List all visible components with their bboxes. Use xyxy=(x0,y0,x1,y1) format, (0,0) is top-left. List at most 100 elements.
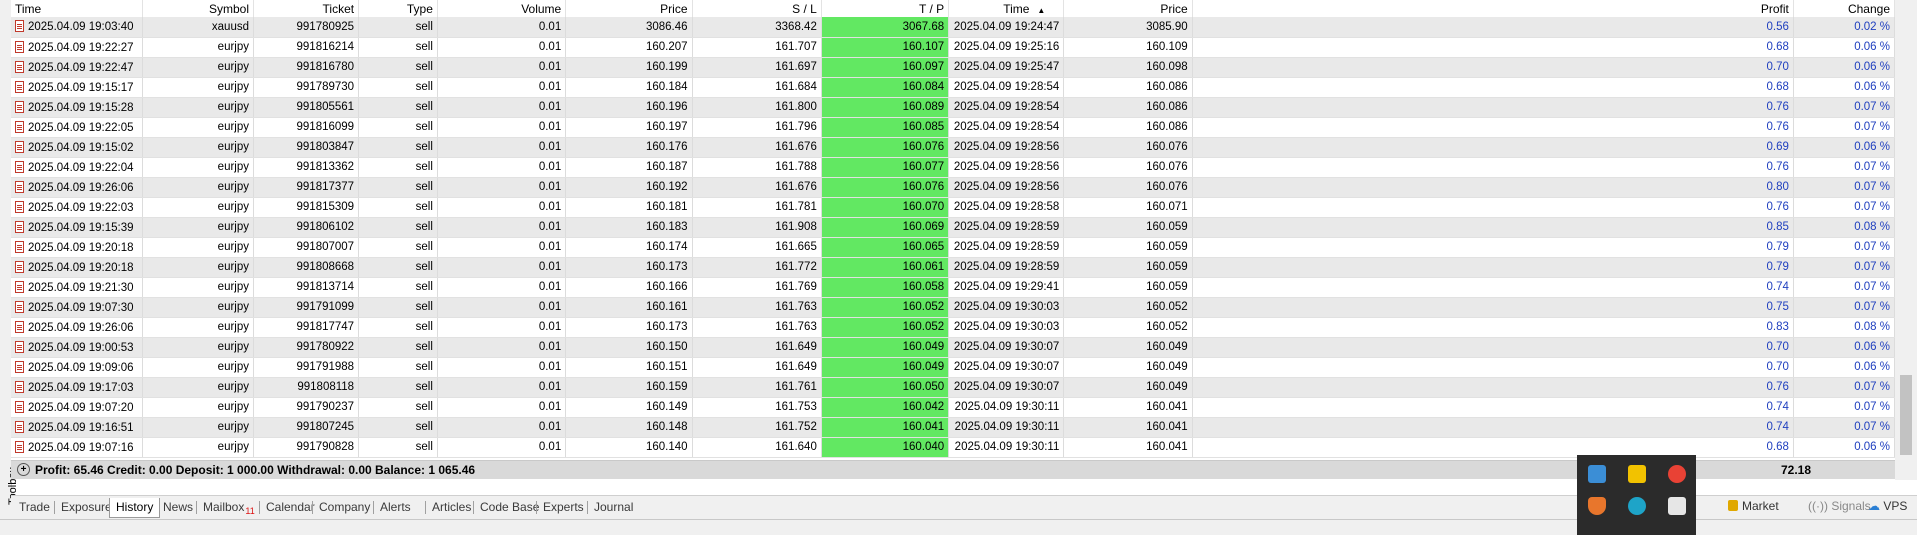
cell-ticket: 991808668 xyxy=(253,257,360,278)
tab-company[interactable]: Company xyxy=(313,498,376,518)
tab-news[interactable]: News xyxy=(157,498,199,518)
cell-sym: eurjpy xyxy=(142,317,255,338)
table-row[interactable]: 2025.04.09 19:22:03 eurjpy 991815309 sell 0.… xyxy=(11,197,1895,218)
cell-vol: 0.01 xyxy=(437,257,567,278)
table-row[interactable]: 2025.04.09 19:15:39 eurjpy 991806102 sell 0.… xyxy=(11,217,1895,238)
table-row[interactable]: 2025.04.09 19:16:51 eurjpy 991807245 sell 0.… xyxy=(11,417,1895,438)
edge-icon[interactable] xyxy=(1628,497,1646,515)
vertical-scrollbar[interactable] xyxy=(1895,0,1917,480)
tab-mailbox[interactable]: Mailbox11 xyxy=(197,498,261,518)
scrollbar-thumb[interactable] xyxy=(1900,375,1912,455)
table-row[interactable]: 2025.04.09 19:07:20 eurjpy 991790237 sell 0.… xyxy=(11,397,1895,418)
vps-status[interactable]: ☁ VPS xyxy=(1868,499,1907,513)
cell-profit: 0.79 xyxy=(1192,237,1794,258)
cell-t2: 2025.04.09 19:28:54 xyxy=(948,97,1065,118)
column-header[interactable]: Price xyxy=(565,0,693,17)
cell-p1: 160.181 xyxy=(565,197,693,218)
column-header[interactable]: Type xyxy=(358,0,438,17)
cell-sl: 161.640 xyxy=(692,437,822,458)
table-row[interactable]: 2025.04.09 19:00:53 eurjpy 991780922 sell 0.… xyxy=(11,337,1895,358)
tab-history[interactable]: History xyxy=(109,498,161,518)
cell-ticket: 991791988 xyxy=(253,357,360,378)
deal-document-icon xyxy=(15,320,24,333)
cell-profit: 0.83 xyxy=(1192,317,1794,338)
cell-ticket: 991780925 xyxy=(253,17,360,38)
security-icon[interactable] xyxy=(1628,465,1646,483)
column-header[interactable]: Volume xyxy=(437,0,567,17)
table-row[interactable]: 2025.04.09 19:07:16 eurjpy 991790828 sell 0.… xyxy=(11,437,1895,458)
cell-t2: 2025.04.09 19:30:03 xyxy=(948,297,1065,318)
table-row[interactable]: 2025.04.09 19:22:47 eurjpy 991816780 sell 0.… xyxy=(11,57,1895,78)
table-row[interactable]: 2025.04.09 19:03:40 xauusd 991780925 sell 0.… xyxy=(11,17,1895,38)
cell-sym: eurjpy xyxy=(142,257,255,278)
tab-articles[interactable]: Articles xyxy=(426,498,477,518)
column-header[interactable]: Price xyxy=(1063,0,1193,17)
column-header[interactable]: Change xyxy=(1793,0,1895,17)
table-row[interactable]: 2025.04.09 19:21:30 eurjpy 991813714 sell 0.… xyxy=(11,277,1895,298)
cell-sym: eurjpy xyxy=(142,157,255,178)
expand-icon[interactable]: + xyxy=(17,463,30,476)
market-status[interactable]: Market xyxy=(1728,499,1779,513)
cell-t1: 2025.04.09 19:20:18 xyxy=(11,237,143,258)
column-header[interactable]: Symbol xyxy=(142,0,255,17)
cell-tp: 160.049 xyxy=(821,337,950,358)
cell-vol: 0.01 xyxy=(437,117,567,138)
table-row[interactable]: 2025.04.09 19:26:06 eurjpy 991817747 sell 0.… xyxy=(11,317,1895,338)
column-header[interactable]: T / P xyxy=(821,0,950,17)
deal-document-icon xyxy=(15,360,24,373)
table-row[interactable]: 2025.04.09 19:22:27 eurjpy 991816214 sell 0.… xyxy=(11,37,1895,58)
tab-code-base[interactable]: Code Base xyxy=(474,498,545,518)
cell-p1: 160.173 xyxy=(565,257,693,278)
table-row[interactable]: 2025.04.09 19:15:17 eurjpy 991789730 sell 0.… xyxy=(11,77,1895,98)
cell-change: 0.06 % xyxy=(1793,357,1895,378)
cell-type: sell xyxy=(358,117,438,138)
cell-sym: eurjpy xyxy=(142,57,255,78)
cell-change: 0.07 % xyxy=(1793,117,1895,138)
cell-t1: 2025.04.09 19:22:47 xyxy=(11,57,143,78)
table-row[interactable]: 2025.04.09 19:26:06 eurjpy 991817377 sell 0.… xyxy=(11,177,1895,198)
cell-t1: 2025.04.09 19:03:40 xyxy=(11,17,143,38)
tab-alerts[interactable]: Alerts xyxy=(374,498,417,518)
column-header[interactable]: Ticket xyxy=(253,0,360,17)
table-row[interactable]: 2025.04.09 19:17:03 eurjpy 991808118 sell 0.… xyxy=(11,377,1895,398)
cell-type: sell xyxy=(358,237,438,258)
table-row[interactable]: 2025.04.09 19:20:18 eurjpy 991808668 sell 0.… xyxy=(11,257,1895,278)
cell-p2: 160.049 xyxy=(1063,337,1193,358)
cell-vol: 0.01 xyxy=(437,157,567,178)
column-header[interactable]: Time ▲ xyxy=(948,0,1065,17)
cell-p2: 160.076 xyxy=(1063,157,1193,178)
table-row[interactable]: 2025.04.09 19:20:18 eurjpy 991807007 sell 0.… xyxy=(11,237,1895,258)
cell-p2: 160.059 xyxy=(1063,257,1193,278)
app-icon[interactable] xyxy=(1668,497,1686,515)
cell-type: sell xyxy=(358,317,438,338)
cell-type: sell xyxy=(358,377,438,398)
tab-trade[interactable]: Trade xyxy=(13,498,56,518)
network-icon[interactable] xyxy=(1588,465,1606,483)
cell-p2: 160.052 xyxy=(1063,317,1193,338)
cell-t1: 2025.04.09 19:07:30 xyxy=(11,297,143,318)
column-header[interactable]: S / L xyxy=(692,0,822,17)
cell-change: 0.07 % xyxy=(1793,417,1895,438)
cell-change: 0.07 % xyxy=(1793,297,1895,318)
table-row[interactable]: 2025.04.09 19:09:06 eurjpy 991791988 sell 0.… xyxy=(11,357,1895,378)
cell-profit: 0.70 xyxy=(1192,337,1794,358)
shield-icon[interactable] xyxy=(1588,497,1606,515)
column-header[interactable]: Time xyxy=(11,0,143,17)
cell-vol: 0.01 xyxy=(437,297,567,318)
table-row[interactable]: 2025.04.09 19:22:05 eurjpy 991816099 sell 0.… xyxy=(11,117,1895,138)
table-row[interactable]: 2025.04.09 19:22:04 eurjpy 991813362 sell 0.… xyxy=(11,157,1895,178)
tab-experts[interactable]: Experts xyxy=(537,498,590,518)
tab-journal[interactable]: Journal xyxy=(588,498,639,518)
cell-change: 0.06 % xyxy=(1793,337,1895,358)
cell-sl: 161.753 xyxy=(692,397,822,418)
deal-document-icon xyxy=(15,40,24,53)
column-header[interactable]: Profit xyxy=(1192,0,1794,17)
cell-ticket: 991816099 xyxy=(253,117,360,138)
cell-p1: 160.161 xyxy=(565,297,693,318)
deal-document-icon xyxy=(15,440,24,453)
table-row[interactable]: 2025.04.09 19:15:28 eurjpy 991805561 sell 0.… xyxy=(11,97,1895,118)
table-row[interactable]: 2025.04.09 19:15:02 eurjpy 991803847 sell 0.… xyxy=(11,137,1895,158)
chrome-icon[interactable] xyxy=(1668,465,1686,483)
table-row[interactable]: 2025.04.09 19:07:30 eurjpy 991791099 sell 0.… xyxy=(11,297,1895,318)
signals-status[interactable]: ((·)) Signals xyxy=(1808,499,1871,513)
